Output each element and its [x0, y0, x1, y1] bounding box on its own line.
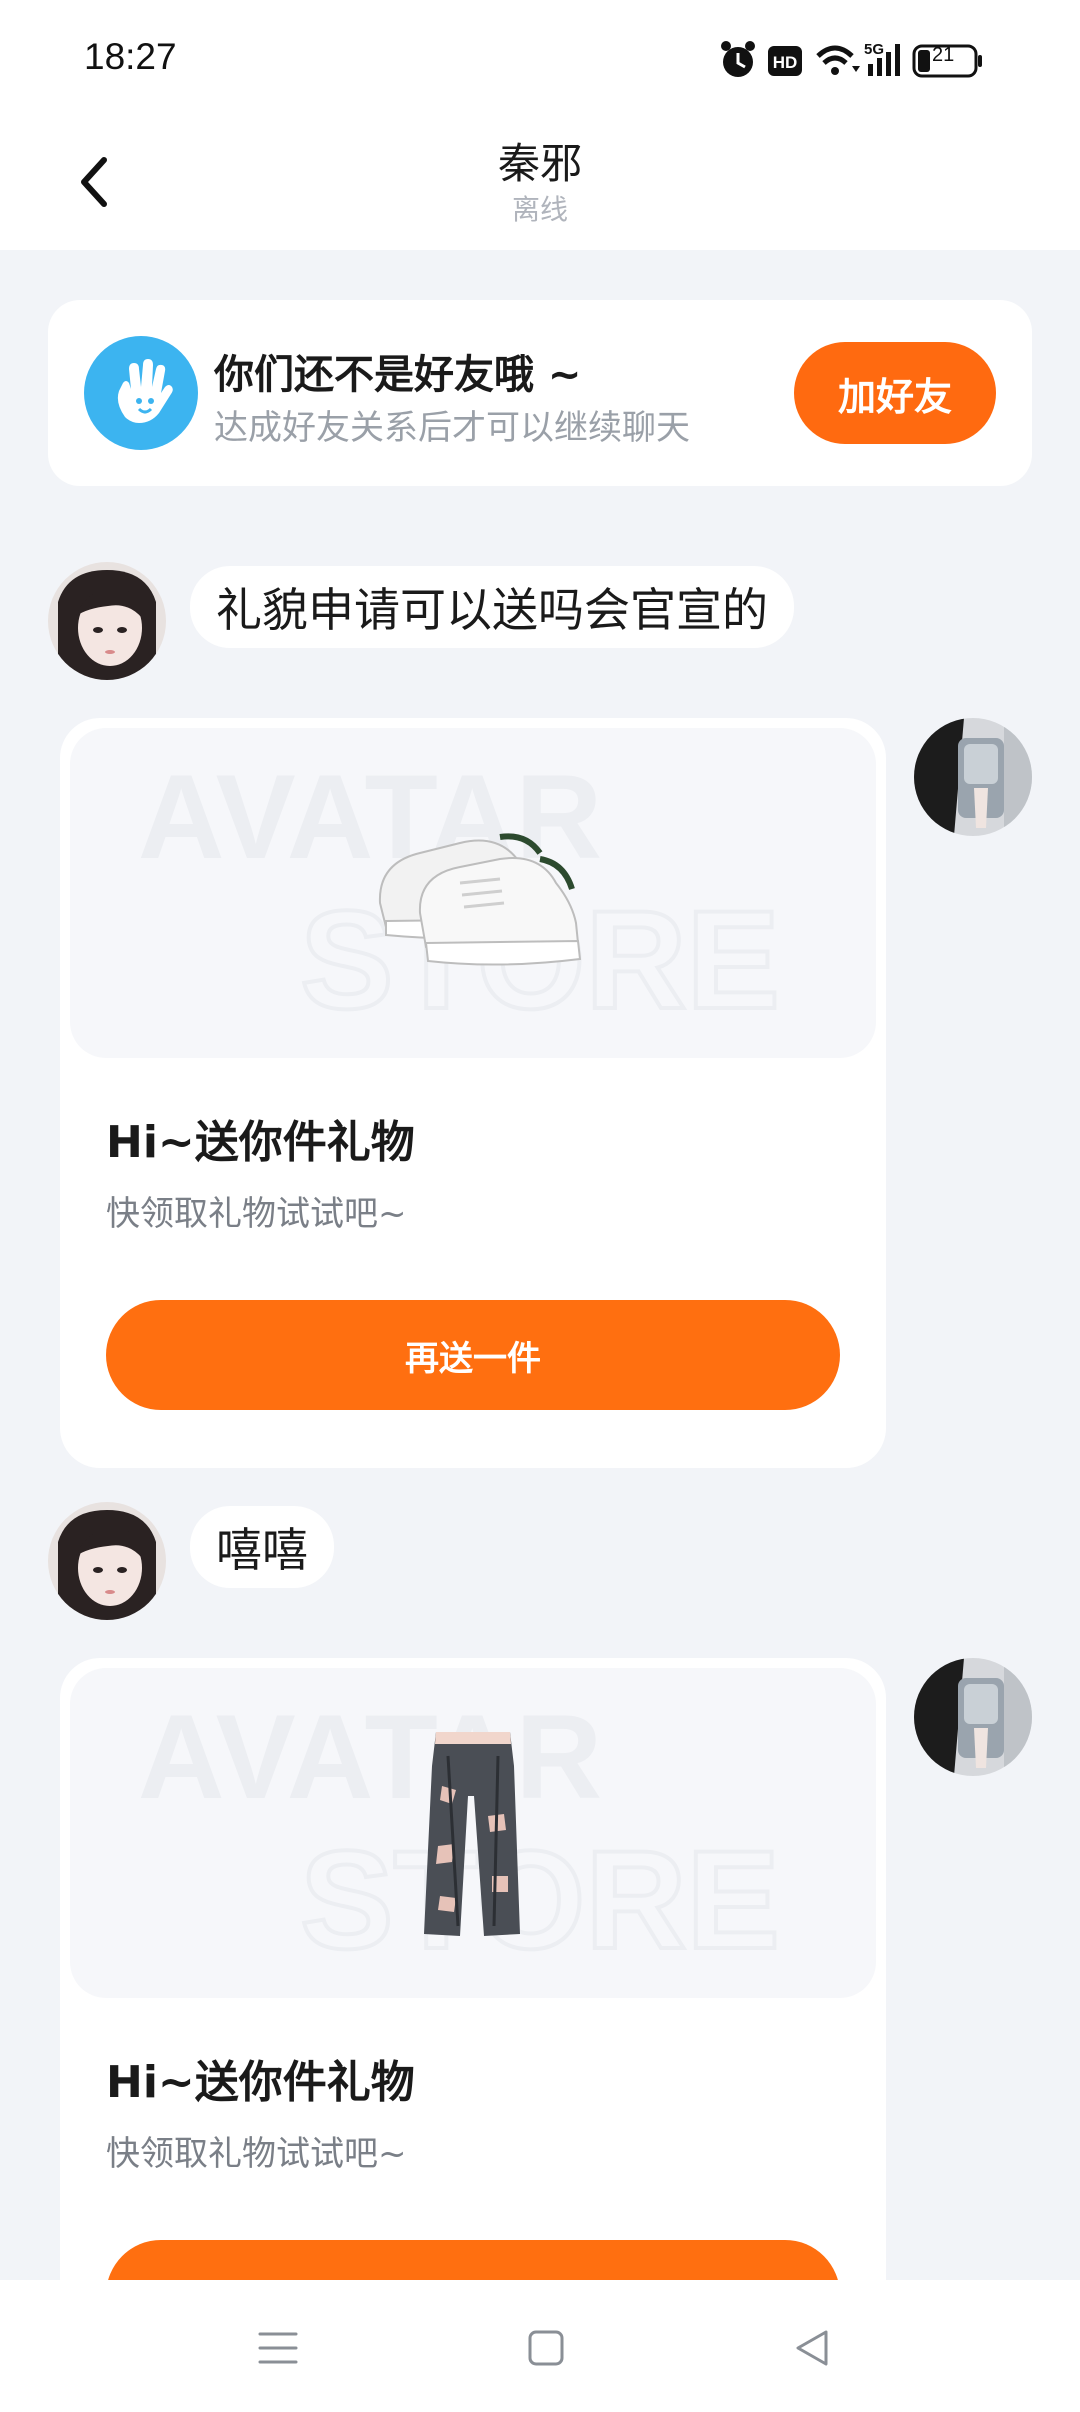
back-nav-button[interactable]: [772, 2308, 852, 2388]
gift-title: Hi~送你件礼物: [106, 2057, 415, 2108]
gift-subtitle: 快领取礼物试试吧~: [106, 2134, 407, 2174]
back-triangle-icon: [796, 2330, 828, 2366]
gift-card[interactable]: AVATAR STORE Hi~送你件礼物 快领取礼物试试吧~ 再送一件: [60, 718, 886, 1468]
gift-card[interactable]: AVATAR STORE Hi~送你件礼物 快领取礼物试试吧~: [60, 1658, 886, 2280]
svg-text:HD: HD: [773, 53, 798, 72]
contact-name: 秦邪: [497, 139, 582, 188]
contact-status: 离线: [511, 193, 568, 226]
home-button[interactable]: [506, 2308, 586, 2388]
gift-image: AVATAR STORE: [70, 728, 876, 1058]
battery-level: 21: [932, 44, 955, 66]
sneakers-image: [378, 833, 582, 966]
5g-signal-icon: 5G: [864, 41, 900, 76]
jeans-image: [424, 1732, 520, 1936]
hd-icon: HD: [768, 46, 802, 76]
watermark-line2: STORE: [300, 1821, 780, 1978]
hand-wave-icon: [84, 336, 198, 450]
menu-icon: [258, 2332, 298, 2364]
my-avatar[interactable]: [914, 718, 1032, 836]
my-avatar[interactable]: [914, 1658, 1032, 1776]
svg-text:5G: 5G: [864, 41, 884, 58]
chat-header: 秦邪 离线: [0, 120, 1080, 250]
send-again-button[interactable]: [106, 2240, 840, 2280]
add-friend-button[interactable]: 加好友: [794, 342, 996, 444]
status-icons: HD 5G 21: [718, 36, 1018, 84]
status-bar: 18:27 HD 5G 21: [0, 0, 1080, 120]
friend-request-banner: 你们还不是好友哦 ~ 达成好友关系后才可以继续聊天 加好友: [48, 300, 1032, 486]
home-square-icon: [528, 2330, 564, 2366]
banner-subtitle: 达成好友关系后才可以继续聊天: [214, 408, 690, 448]
message-bubble[interactable]: 礼貌申请可以送吗会官宣的: [190, 566, 794, 648]
system-nav-bar: [0, 2280, 1080, 2412]
gift-subtitle: 快领取礼物试试吧~: [106, 1194, 407, 1234]
gift-image: AVATAR STORE: [70, 1668, 876, 1998]
wifi-icon: [816, 45, 860, 75]
watermark-line1: AVATAR: [138, 1690, 602, 1824]
message-bubble[interactable]: 嘻嘻: [190, 1506, 334, 1588]
gift-title: Hi~送你件礼物: [106, 1117, 415, 1168]
contact-avatar[interactable]: [48, 1502, 166, 1620]
status-time: 18:27: [84, 36, 177, 77]
contact-avatar[interactable]: [48, 562, 166, 680]
chat-area[interactable]: 你们还不是好友哦 ~ 达成好友关系后才可以继续聊天 加好友 礼貌申请可以送吗会官…: [0, 250, 1080, 2280]
send-again-button[interactable]: 再送一件: [106, 1300, 840, 1410]
menu-button[interactable]: [238, 2308, 318, 2388]
alarm-icon: [721, 41, 755, 77]
banner-title: 你们还不是好友哦 ~: [214, 352, 582, 398]
